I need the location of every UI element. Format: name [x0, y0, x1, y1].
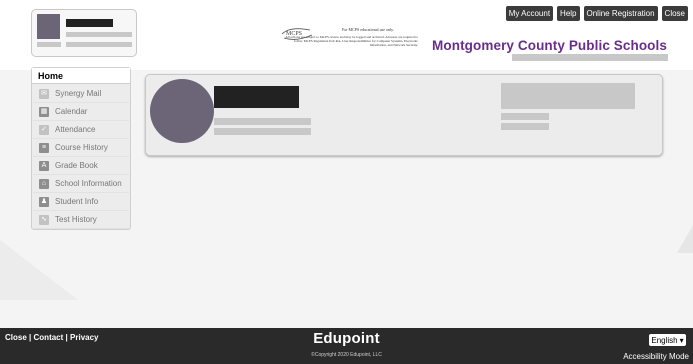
sidebar-item-grade-book[interactable]: A Grade Book [33, 157, 129, 175]
mail-icon: ✉ [39, 88, 49, 99]
grade-book-icon: A [39, 160, 49, 171]
sidebar-item-label: Student Info [55, 197, 99, 206]
close-button[interactable]: Close [661, 6, 688, 21]
edupoint-logo: Edupoint [313, 330, 380, 347]
help-button[interactable]: Help [557, 6, 580, 21]
language-select[interactable]: English ▾ [649, 334, 686, 346]
sidebar-item-course-history[interactable]: ≡ Course History [33, 139, 129, 157]
student-photo [37, 14, 60, 39]
student-name-redacted [66, 19, 113, 27]
student-name-redacted [214, 86, 299, 108]
student-summary-card[interactable] [145, 74, 663, 156]
header: MCPS For MCPS educational use only. All … [0, 0, 693, 70]
nav-items: ✉ Synergy Mail ▦ Calendar ✓ Attendance ≡… [33, 85, 129, 229]
test-history-icon: ∿ [39, 214, 49, 225]
school-icon: ⌂ [39, 178, 49, 189]
sidebar-item-label: Calendar [55, 107, 88, 116]
mcps-notice: MCPS For MCPS educational use only. All … [280, 22, 440, 64]
top-actions: My Account Help Online Registration Clos… [505, 6, 688, 21]
sidebar-nav: Home ✉ Synergy Mail ▦ Calendar ✓ Attenda… [31, 67, 131, 230]
student-detail-blurred [66, 32, 132, 37]
student-icon: ♟ [39, 196, 49, 207]
chevron-down-icon: ▾ [679, 335, 684, 345]
sidebar-item-synergy-mail[interactable]: ✉ Synergy Mail [33, 85, 129, 103]
student-detail-blurred [214, 128, 311, 135]
sidebar-item-label: Attendance [55, 125, 96, 134]
sidebar-item-label: Grade Book [55, 161, 98, 170]
district-subtitle-blurred [512, 54, 668, 61]
sidebar-item-school-information[interactable]: ⌂ School Information [33, 175, 129, 193]
sidebar-item-label: Synergy Mail [55, 89, 102, 98]
sidebar-item-attendance[interactable]: ✓ Attendance [33, 121, 129, 139]
sidebar-item-calendar[interactable]: ▦ Calendar [33, 103, 129, 121]
student-detail-blurred [214, 118, 311, 125]
sidebar-item-test-history[interactable]: ∿ Test History [33, 211, 129, 229]
district-name: Montgomery County Public Schools [432, 38, 667, 53]
footer: Close | Contact | Privacy Edupoint ©Copy… [0, 328, 693, 364]
my-account-button[interactable]: My Account [505, 6, 554, 21]
course-history-icon: ≡ [39, 142, 49, 153]
notice-text: All actions are subject to MCPS review a… [285, 35, 418, 48]
student-id-blurred [37, 42, 61, 47]
language-value: English [651, 335, 678, 345]
student-school-blurred [66, 42, 132, 47]
notice-title: For MCPS educational use only. [342, 27, 394, 32]
sidebar-item-student-info[interactable]: ♟ Student Info [33, 193, 129, 211]
school-detail-blurred [501, 123, 549, 130]
sidebar-item-label: Course History [55, 143, 108, 152]
school-info-blurred [501, 83, 635, 109]
calendar-icon: ▦ [39, 106, 49, 117]
sidebar-item-label: School Information [55, 179, 122, 188]
attendance-icon: ✓ [39, 124, 49, 135]
nav-heading-home[interactable]: Home [32, 68, 130, 84]
sidebar-item-label: Test History [55, 215, 97, 224]
online-registration-button[interactable]: Online Registration [583, 6, 658, 21]
copyright: ©Copyright 2020 Edupoint, LLC [311, 352, 382, 358]
student-card[interactable] [31, 9, 137, 57]
accessibility-mode-link[interactable]: Accessibility Mode [623, 352, 689, 361]
avatar [150, 79, 214, 143]
school-detail-blurred [501, 113, 549, 120]
